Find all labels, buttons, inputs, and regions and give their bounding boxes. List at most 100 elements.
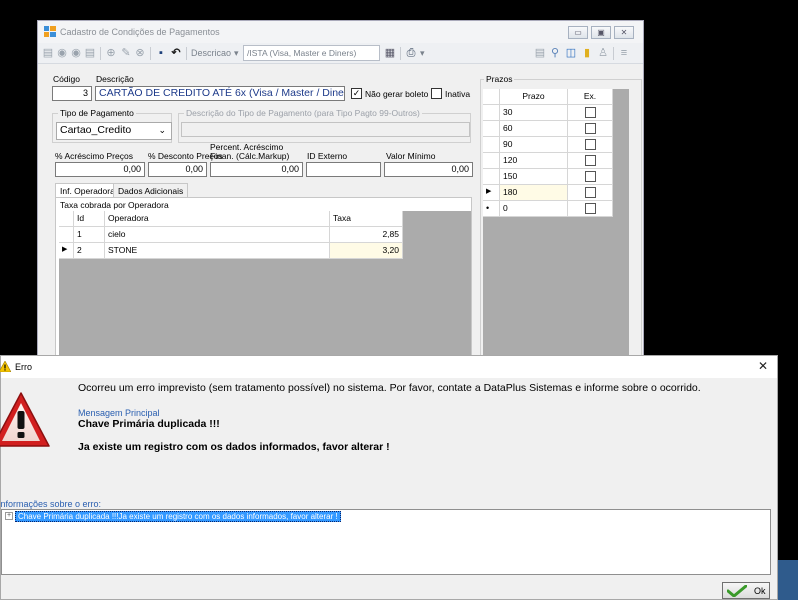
prazo-cell[interactable]: 150 bbox=[500, 169, 568, 185]
descricao-tipo-label: Descrição do Tipo de Pagamento (para Tip… bbox=[184, 108, 422, 118]
tab-inf-operadora[interactable]: Inf. Operadora bbox=[55, 183, 120, 198]
close-button[interactable]: ✕ bbox=[614, 26, 634, 39]
maximize-button[interactable]: ▣ bbox=[591, 26, 611, 39]
inativa-checkbox[interactable] bbox=[431, 88, 442, 99]
mensagem-principal-value: Chave Primária duplicada !!! bbox=[78, 418, 220, 430]
grid-cell-id[interactable]: 1 bbox=[74, 227, 105, 243]
grid-cell-operadora[interactable]: cielo bbox=[105, 227, 330, 243]
last-record-icon[interactable]: ▤ bbox=[84, 47, 96, 59]
warning-small-icon bbox=[0, 361, 11, 372]
column-header-id[interactable]: Id bbox=[74, 211, 105, 227]
toolbar: ▤ ◉ ◉ ▤ ⊕ ✎ ⊗ ▪ ↶ Descricao ▾ /ISTA (Vis… bbox=[38, 43, 643, 64]
id-externo-input[interactable] bbox=[306, 162, 381, 177]
print-dropdown-icon[interactable]: ▾ bbox=[420, 48, 425, 59]
close-icon[interactable]: ✕ bbox=[758, 359, 768, 373]
id-externo-label: ID Externo bbox=[307, 151, 348, 161]
grid-cell-id[interactable]: 2 bbox=[74, 243, 105, 259]
row-header[interactable] bbox=[483, 105, 500, 121]
refresh-icon[interactable]: ◫ bbox=[565, 47, 577, 59]
descricao-input[interactable]: CARTÃO DE CREDITO ATÉ 6x (Visa / Master … bbox=[95, 86, 345, 101]
delete-record-icon[interactable]: ⊗ bbox=[134, 47, 146, 59]
undo-icon[interactable]: ↶ bbox=[170, 47, 182, 59]
prazo-cell[interactable]: 180 bbox=[500, 185, 568, 201]
search-input[interactable]: /ISTA (Visa, Master e Diners) bbox=[243, 45, 380, 61]
dropdown-arrow-icon[interactable]: ▾ bbox=[234, 48, 239, 59]
percent-label-line2: Finan. (Cálc.Markup) bbox=[210, 151, 290, 161]
codigo-input[interactable]: 3 bbox=[52, 86, 92, 101]
grid-corner bbox=[59, 211, 74, 227]
ex-checkbox[interactable] bbox=[585, 123, 596, 134]
dialog-title-bar: Erro ✕ bbox=[0, 356, 777, 378]
ex-checkbox[interactable] bbox=[585, 155, 596, 166]
report-icon[interactable]: ▤ bbox=[534, 47, 546, 59]
ex-checkbox[interactable] bbox=[585, 171, 596, 182]
ex-cell bbox=[568, 105, 613, 121]
row-header[interactable] bbox=[483, 121, 500, 137]
menu-icon[interactable]: ≡ bbox=[618, 47, 630, 59]
edit-record-icon[interactable]: ✎ bbox=[120, 47, 132, 59]
ok-button[interactable]: Ok bbox=[722, 582, 770, 599]
prazo-cell[interactable]: 120 bbox=[500, 153, 568, 169]
column-header-ex[interactable]: Ex. bbox=[568, 89, 613, 105]
valor-minimo-label: Valor Mínimo bbox=[386, 151, 436, 161]
ex-checkbox[interactable] bbox=[585, 203, 596, 214]
add-record-icon[interactable]: ⊕ bbox=[105, 47, 117, 59]
previous-record-icon[interactable]: ◉ bbox=[56, 47, 68, 59]
prazo-cell[interactable]: 30 bbox=[500, 105, 568, 121]
desconto-input[interactable]: 0,00 bbox=[148, 162, 207, 177]
prazo-cell[interactable]: 60 bbox=[500, 121, 568, 137]
ex-cell bbox=[568, 121, 613, 137]
nao-gerar-boleto-checkbox[interactable]: ✓ bbox=[351, 88, 362, 99]
row-header[interactable] bbox=[483, 169, 500, 185]
nao-gerar-boleto-label: Não gerar boleto bbox=[365, 89, 429, 99]
percent-input[interactable]: 0,00 bbox=[210, 162, 303, 177]
tab-dados-adicionais[interactable]: Dados Adicionais bbox=[113, 183, 189, 197]
row-header[interactable] bbox=[483, 137, 500, 153]
print-icon[interactable]: ⎙ bbox=[405, 47, 417, 59]
prazos-title: Prazos bbox=[484, 74, 515, 84]
error-message: Ocorreu um erro imprevisto (sem tratamen… bbox=[78, 382, 701, 394]
ex-checkbox[interactable] bbox=[585, 187, 596, 198]
tipo-pagamento-select[interactable]: Cartao_Credito ⌄ bbox=[56, 122, 172, 140]
toolbar-separator bbox=[100, 47, 101, 60]
row-header[interactable] bbox=[59, 227, 74, 243]
prazo-cell[interactable]: 0 bbox=[500, 201, 568, 217]
valor-minimo-input[interactable]: 0,00 bbox=[384, 162, 473, 177]
ex-cell bbox=[568, 153, 613, 169]
save-icon[interactable]: ▪ bbox=[155, 47, 167, 59]
ex-cell bbox=[568, 185, 613, 201]
tipo-pagamento-label: Tipo de Pagamento bbox=[58, 108, 136, 118]
prazo-cell[interactable]: 90 bbox=[500, 137, 568, 153]
ex-checkbox[interactable] bbox=[585, 139, 596, 150]
acrescimo-input[interactable]: 0,00 bbox=[55, 162, 145, 177]
grid-cell-taxa[interactable]: 3,20 bbox=[330, 243, 403, 259]
ex-checkbox[interactable] bbox=[585, 107, 596, 118]
grid-cell-taxa[interactable]: 2,85 bbox=[330, 227, 403, 243]
cadastro-window: Cadastro de Condições de Pagamentos ▭ ▣ … bbox=[37, 20, 644, 361]
user-icon[interactable]: ♙ bbox=[597, 47, 609, 59]
codigo-label: Código bbox=[53, 74, 80, 84]
note-icon[interactable]: ▮ bbox=[581, 47, 593, 59]
checkmark-icon bbox=[727, 585, 747, 597]
column-header-prazo[interactable]: Prazo bbox=[500, 89, 568, 105]
first-record-icon[interactable]: ▤ bbox=[42, 47, 54, 59]
current-row-arrow-icon[interactable]: ▶ bbox=[59, 243, 74, 259]
error-detail: Ja existe um registro com os dados infor… bbox=[78, 441, 390, 453]
inativa-label: Inativa bbox=[445, 89, 471, 99]
grid-cell-operadora[interactable]: STONE bbox=[105, 243, 330, 259]
descricao-label: Descrição bbox=[96, 74, 134, 84]
toolbar-separator bbox=[186, 47, 187, 60]
column-header-taxa[interactable]: Taxa bbox=[330, 211, 403, 227]
expand-icon[interactable]: + bbox=[5, 512, 13, 520]
new-row-icon[interactable]: • bbox=[483, 201, 500, 217]
current-row-arrow-icon[interactable]: ▶ bbox=[483, 185, 500, 201]
ex-cell bbox=[568, 201, 613, 217]
find-icon[interactable]: ⚲ bbox=[549, 47, 561, 59]
search-grid-icon[interactable]: ▦ bbox=[384, 47, 396, 59]
row-header[interactable] bbox=[483, 153, 500, 169]
minimize-button[interactable]: ▭ bbox=[568, 26, 588, 39]
next-record-icon[interactable]: ◉ bbox=[70, 47, 82, 59]
column-header-operadora[interactable]: Operadora bbox=[105, 211, 330, 227]
error-info-tree[interactable]: + Chave Primária duplicada !!!Ja existe … bbox=[1, 509, 771, 575]
error-tree-node[interactable]: Chave Primária duplicada !!!Ja existe um… bbox=[15, 511, 341, 522]
